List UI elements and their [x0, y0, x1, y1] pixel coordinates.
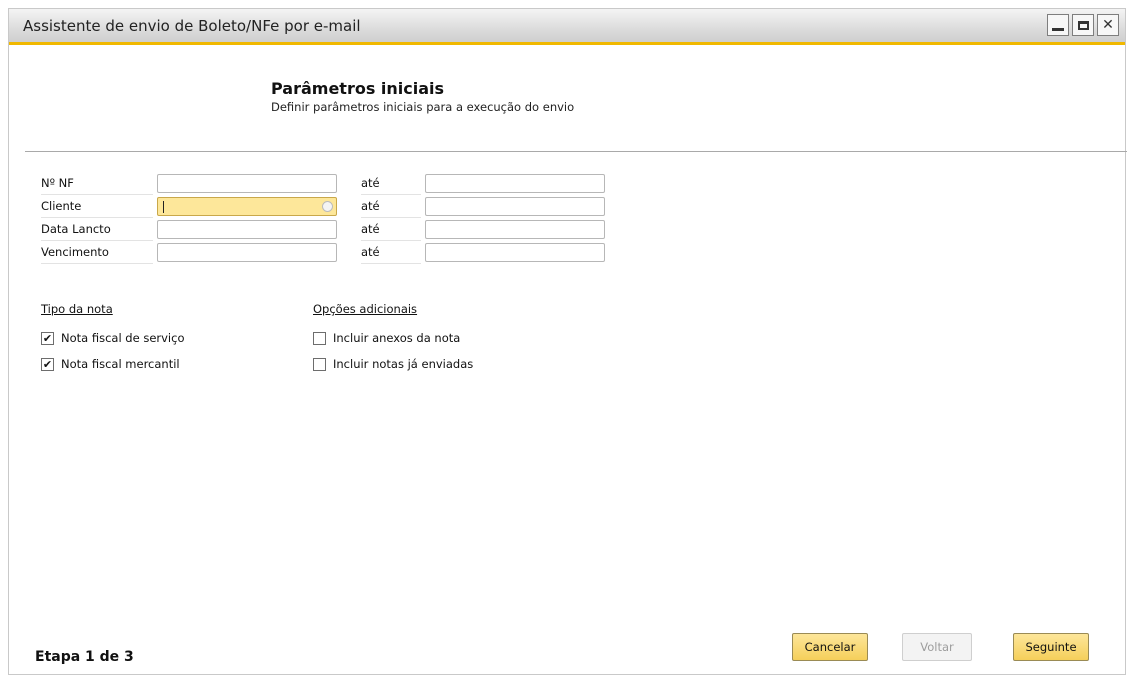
vencimento-label: Vencimento	[41, 245, 153, 264]
nota-mercantil-option[interactable]: ✔ Nota fiscal mercantil	[41, 357, 180, 371]
minimize-button[interactable]	[1047, 14, 1069, 36]
nota-servico-option[interactable]: ✔ Nota fiscal de serviço	[41, 331, 185, 345]
incluir-enviadas-option[interactable]: Incluir notas já enviadas	[313, 357, 473, 371]
nf-label: Nº NF	[41, 176, 153, 195]
incluir-enviadas-checkbox[interactable]	[313, 357, 326, 371]
nota-servico-checkbox[interactable]: ✔	[41, 331, 54, 345]
vencimento-to-input[interactable]	[425, 243, 605, 262]
cliente-from-input[interactable]	[157, 197, 337, 216]
close-icon: ✕	[1102, 17, 1114, 33]
incluir-anexos-checkbox[interactable]	[313, 331, 326, 345]
filter-row-cliente: Cliente até	[41, 196, 621, 218]
page-title: Parâmetros iniciais	[271, 79, 445, 98]
header-divider	[25, 151, 1127, 152]
minimize-icon	[1052, 27, 1064, 31]
next-button[interactable]: Seguinte	[1013, 633, 1089, 661]
filter-row-data-lancto: Data Lancto até	[41, 219, 621, 241]
nota-mercantil-checkbox[interactable]: ✔	[41, 357, 54, 371]
title-bar[interactable]: Assistente de envio de Boleto/NFe por e-…	[9, 9, 1125, 45]
nf-to-input[interactable]	[425, 174, 605, 193]
cancel-button[interactable]: Cancelar	[792, 633, 868, 661]
cliente-ate-label: até	[361, 199, 421, 218]
data-lancto-from-input[interactable]	[157, 220, 337, 239]
cliente-to-input[interactable]	[425, 197, 605, 216]
back-button[interactable]: Voltar	[902, 633, 972, 661]
nf-from-input[interactable]	[157, 174, 337, 193]
filter-row-nf: Nº NF até	[41, 173, 621, 195]
window-controls: ✕	[1047, 14, 1119, 36]
page-subtitle: Definir parâmetros iniciais para a execu…	[271, 100, 575, 114]
incluir-anexos-label: Incluir anexos da nota	[333, 331, 461, 345]
opcoes-title: Opções adicionais	[313, 302, 418, 316]
vencimento-ate-label: até	[361, 245, 421, 264]
choose-from-list-icon[interactable]	[322, 201, 333, 212]
nota-mercantil-label: Nota fiscal mercantil	[61, 357, 180, 371]
tipo-nota-title: Tipo da nota	[41, 302, 113, 316]
wizard-window: Assistente de envio de Boleto/NFe por e-…	[8, 8, 1127, 675]
data-lancto-ate-label: até	[361, 222, 421, 241]
data-lancto-label: Data Lancto	[41, 222, 153, 241]
close-button[interactable]: ✕	[1097, 14, 1119, 36]
step-indicator: Etapa 1 de 3	[35, 649, 134, 665]
cliente-label: Cliente	[41, 199, 153, 218]
window-title: Assistente de envio de Boleto/NFe por e-…	[23, 17, 361, 35]
filter-row-vencimento: Vencimento até	[41, 242, 621, 264]
text-caret	[163, 201, 164, 213]
maximize-icon	[1077, 20, 1089, 30]
incluir-enviadas-label: Incluir notas já enviadas	[333, 357, 474, 371]
vencimento-from-input[interactable]	[157, 243, 337, 262]
incluir-anexos-option[interactable]: Incluir anexos da nota	[313, 331, 460, 345]
data-lancto-to-input[interactable]	[425, 220, 605, 239]
nf-ate-label: até	[361, 176, 421, 195]
nota-servico-label: Nota fiscal de serviço	[61, 331, 185, 345]
maximize-button[interactable]	[1072, 14, 1094, 36]
